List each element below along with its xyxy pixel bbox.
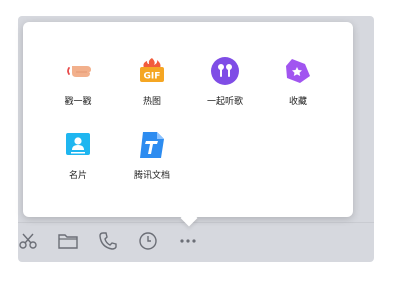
listen-together-label: 一起听歌 — [206, 97, 243, 107]
hot-gif-item[interactable]: GIF 热图 — [122, 56, 182, 107]
listen-together-item[interactable]: 一起听歌 — [195, 56, 255, 107]
clock-icon[interactable] — [138, 231, 158, 251]
chat-window-area: 戳一戳 GIF 热图 一起听歌 收藏 名片 腾讯文档 — [0, 0, 393, 282]
tencent-docs-icon — [140, 132, 164, 158]
tencent-docs-item[interactable]: 腾讯文档 — [122, 130, 182, 181]
earphones-icon — [211, 57, 239, 85]
poke-item[interactable]: 戳一戳 — [48, 56, 108, 107]
more-icon[interactable] — [178, 231, 198, 251]
more-features-popup — [23, 22, 353, 217]
poke-label: 戳一戳 — [64, 97, 92, 107]
poke-hand-icon — [67, 66, 91, 77]
hot-gif-label: 热图 — [142, 97, 161, 107]
favorites-label: 收藏 — [288, 97, 307, 107]
tencent-docs-label: 腾讯文档 — [133, 171, 170, 181]
folder-icon[interactable] — [58, 231, 78, 251]
contact-card-item[interactable]: 名片 — [48, 130, 108, 181]
contact-card-icon — [66, 133, 90, 155]
contact-card-label: 名片 — [68, 171, 87, 181]
scissors-icon[interactable] — [18, 231, 38, 251]
phone-icon[interactable] — [98, 231, 118, 251]
gif-fire-icon: GIF — [140, 58, 164, 82]
toolbar-divider — [18, 222, 374, 223]
gif-text: GIF — [144, 72, 161, 82]
favorite-tag-icon — [286, 58, 310, 83]
favorites-item[interactable]: 收藏 — [268, 56, 328, 107]
